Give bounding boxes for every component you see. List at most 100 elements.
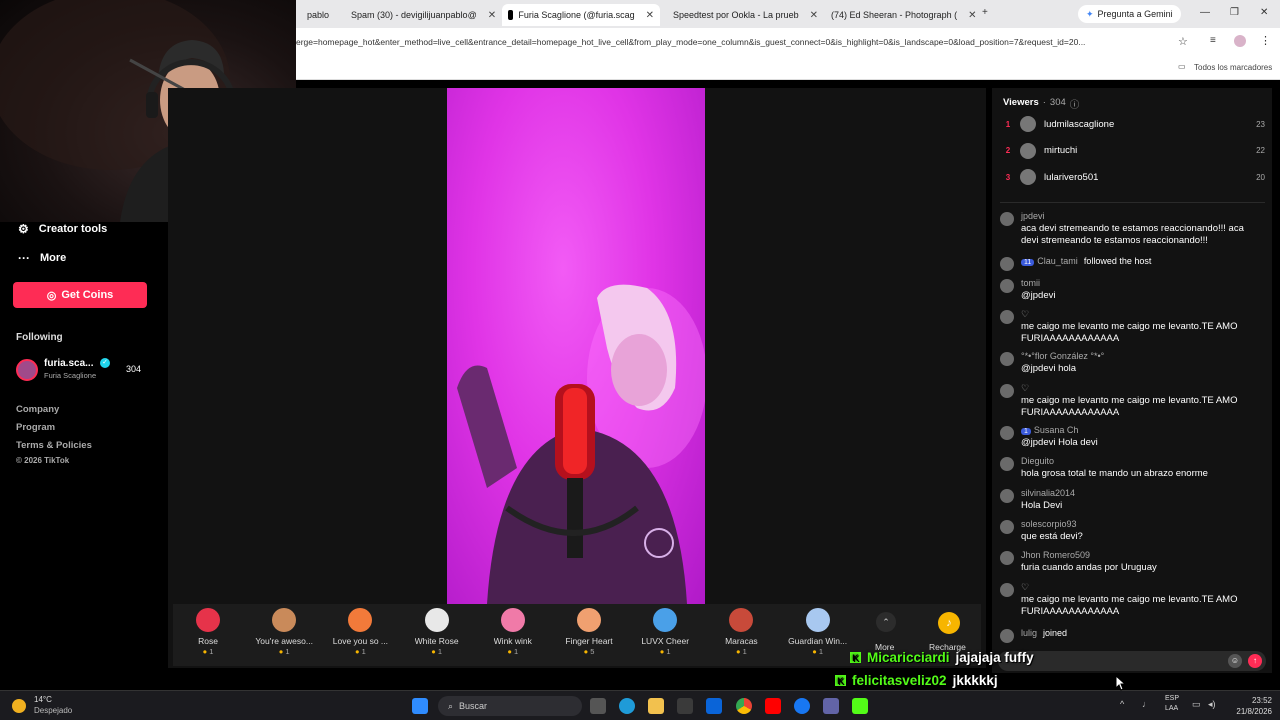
chat-username[interactable]: lulig <box>1021 628 1037 638</box>
task-view-icon[interactable] <box>590 698 606 714</box>
all-bookmarks-link[interactable]: Todos los marcadores <box>1194 63 1272 72</box>
gift-item[interactable]: LUVX Cheer ● 1 <box>630 608 700 656</box>
chat-username[interactable]: Clau_tami <box>1037 256 1078 266</box>
chat-message[interactable]: 11 Clau_tami followed the host <box>1000 256 1262 271</box>
address-bar[interactable]: erge=homepage_hot&enter_method=live_cell… <box>296 28 1280 56</box>
chat-message[interactable]: tomii @jpdevi <box>1000 278 1262 306</box>
chat-message[interactable]: solescorpio93 que está devi? <box>1000 519 1262 547</box>
maximize-icon[interactable]: ❐ <box>1230 7 1239 18</box>
chat-username[interactable]: silvinalia2014 <box>1021 488 1075 498</box>
avatar <box>1000 212 1014 226</box>
viewer-row[interactable]: 3 lularivero501 20 <box>1000 166 1265 188</box>
gift-item[interactable]: Rose ● 1 <box>173 608 243 656</box>
gemini-button[interactable]: ✦ Pregunta a Gemini <box>1078 5 1181 23</box>
teams-icon[interactable] <box>823 698 839 714</box>
tab-close-icon[interactable]: ✕ <box>646 10 654 21</box>
chat-message[interactable]: ♡ me caigo me levanto me caigo me levanto… <box>1000 309 1262 344</box>
windows-start-icon[interactable] <box>412 698 428 714</box>
gift-item[interactable]: White Rose ● 1 <box>402 608 472 656</box>
tab-close-icon[interactable]: ✕ <box>810 10 818 21</box>
company-link[interactable]: Company <box>16 404 59 415</box>
program-link[interactable]: Program <box>16 422 55 433</box>
tab-close-icon[interactable]: ✕ <box>488 10 496 21</box>
browser-tab[interactable]: Spam (30) - devigilijuanpablo@ ✕ <box>340 4 500 26</box>
microphone-icon[interactable]: ♩ <box>1142 699 1151 709</box>
browser-tab[interactable]: pablo✕ <box>296 4 338 26</box>
kick-icon[interactable] <box>852 698 868 714</box>
viewer-row[interactable]: 2 mirtuchi 22 <box>1000 140 1265 162</box>
bookmark-star-icon[interactable]: ☆ <box>1178 35 1188 48</box>
get-coins-button[interactable]: ◎ Get Coins <box>13 282 147 308</box>
gift-item[interactable]: Guardian Win... ● 1 <box>783 608 853 656</box>
lang-top[interactable]: ESP <box>1165 695 1179 702</box>
chrome-icon[interactable] <box>736 698 752 714</box>
chat-text: @jpdevi Hola devi <box>1021 437 1098 448</box>
chat-message[interactable]: ♡ me caigo me levanto me caigo me levanto… <box>1000 383 1262 418</box>
weather-sun-icon[interactable] <box>12 699 26 713</box>
chat-input[interactable]: ☺ ↑ <box>998 651 1266 671</box>
edge-icon[interactable] <box>619 698 635 714</box>
following-account-row[interactable]: furia.sca... ✓ Furia Scaglione 304 <box>14 358 154 384</box>
chat-username[interactable]: Susana Ch <box>1034 425 1079 435</box>
new-tab-button[interactable]: + <box>982 7 988 18</box>
gift-item[interactable]: Maracas ● 1 <box>706 608 776 656</box>
taskbar-search[interactable]: ⌕ Buscar <box>438 696 582 716</box>
chat-message[interactable]: jpdevi aca devi stremeando te estamos rea… <box>1000 211 1262 246</box>
outlook-icon[interactable] <box>706 698 722 714</box>
gift-item[interactable]: Love you so ... ● 1 <box>325 608 395 656</box>
gift-item[interactable]: Wink wink ● 1 <box>478 608 548 656</box>
tab-close-icon[interactable]: ✕ <box>968 10 976 21</box>
chat-username[interactable]: ♡ <box>1021 383 1029 393</box>
creator-tools-link[interactable]: ⚙ Creator tools <box>18 222 107 236</box>
youtube-icon[interactable] <box>765 698 781 714</box>
terms-link[interactable]: Terms & Policies <box>16 440 92 451</box>
chat-username[interactable]: Dieguito <box>1021 456 1054 466</box>
gift-item[interactable]: Finger Heart ● 5 <box>554 608 624 656</box>
gift-cost: ● 5 <box>584 647 595 656</box>
browser-tab[interactable]: (74) Ed Sheeran - Photograph (✕ <box>820 4 980 26</box>
system-clock[interactable]: 23:52 21/8/2026 <box>1236 695 1272 717</box>
profile-avatar[interactable] <box>1234 35 1246 47</box>
close-window-icon[interactable]: ✕ <box>1260 7 1268 18</box>
chat-message[interactable]: °*•°flor González °*•° @jpdevi hola <box>1000 351 1262 379</box>
volume-icon[interactable]: ◂) <box>1208 699 1216 710</box>
tray-chevron-icon[interactable]: ^ <box>1120 699 1124 709</box>
chat-message[interactable]: ♡ me caigo me levanto me caigo me levanto… <box>1000 582 1262 617</box>
gift-item[interactable]: You're aweso... ● 1 <box>249 608 319 656</box>
chat-username[interactable]: Jhon Romero509 <box>1021 550 1090 560</box>
gift-icon <box>348 608 373 632</box>
following-title: Following <box>16 332 63 343</box>
lang-bottom[interactable]: LAA <box>1165 705 1178 712</box>
info-icon[interactable]: ⓘ <box>1070 97 1080 111</box>
live-video[interactable] <box>447 88 705 604</box>
chat-username[interactable]: ♡ <box>1021 309 1029 319</box>
recharge-coin-icon[interactable]: ♪ <box>938 612 960 634</box>
minimize-icon[interactable]: — <box>1200 7 1210 18</box>
chat-message[interactable]: silvinalia2014 Hola Devi <box>1000 488 1262 516</box>
chat-message[interactable]: lulig joined <box>1000 628 1262 643</box>
chat-message[interactable]: Jhon Romero509 furia cuando andas por Uru… <box>1000 550 1262 578</box>
emoji-icon[interactable]: ☺ <box>1228 654 1242 668</box>
chat-message[interactable]: Dieguito hola grosa total te mando un abr… <box>1000 456 1262 484</box>
chat-username[interactable]: °*•°flor González °*•° <box>1021 351 1104 361</box>
store-icon[interactable] <box>677 698 693 714</box>
chat-username[interactable]: ♡ <box>1021 582 1029 592</box>
browser-tab[interactable]: Furia Scaglione (@furia.scag ✕ <box>502 4 660 26</box>
more-link[interactable]: ··· More <box>18 251 66 265</box>
browser-tab[interactable]: Speedtest por Ookla - La prueb ✕ <box>662 4 818 26</box>
chat-message[interactable]: 1 Susana Ch @jpdevi Hola devi <box>1000 425 1262 453</box>
tab-search-icon[interactable]: ≡ <box>1210 35 1216 46</box>
facebook-icon[interactable] <box>794 698 810 714</box>
gift-more-chevron-icon[interactable]: ⌃ <box>876 612 896 632</box>
network-icon[interactable]: ▭ <box>1192 699 1201 710</box>
gift-cost: ● 1 <box>660 647 671 656</box>
menu-kebab-icon[interactable]: ⋮ <box>1260 34 1271 47</box>
chat-username[interactable]: tomii <box>1021 278 1040 288</box>
url-text[interactable]: erge=homepage_hot&enter_method=live_cell… <box>296 37 1166 47</box>
send-icon[interactable]: ↑ <box>1248 654 1262 668</box>
file-explorer-icon[interactable] <box>648 698 664 714</box>
viewer-row[interactable]: 1 ludmilascaglione 23 <box>1000 113 1265 135</box>
chat-username[interactable]: solescorpio93 <box>1021 519 1077 529</box>
chat-username[interactable]: jpdevi <box>1021 211 1045 221</box>
gift-cost-value: 1 <box>209 647 214 656</box>
